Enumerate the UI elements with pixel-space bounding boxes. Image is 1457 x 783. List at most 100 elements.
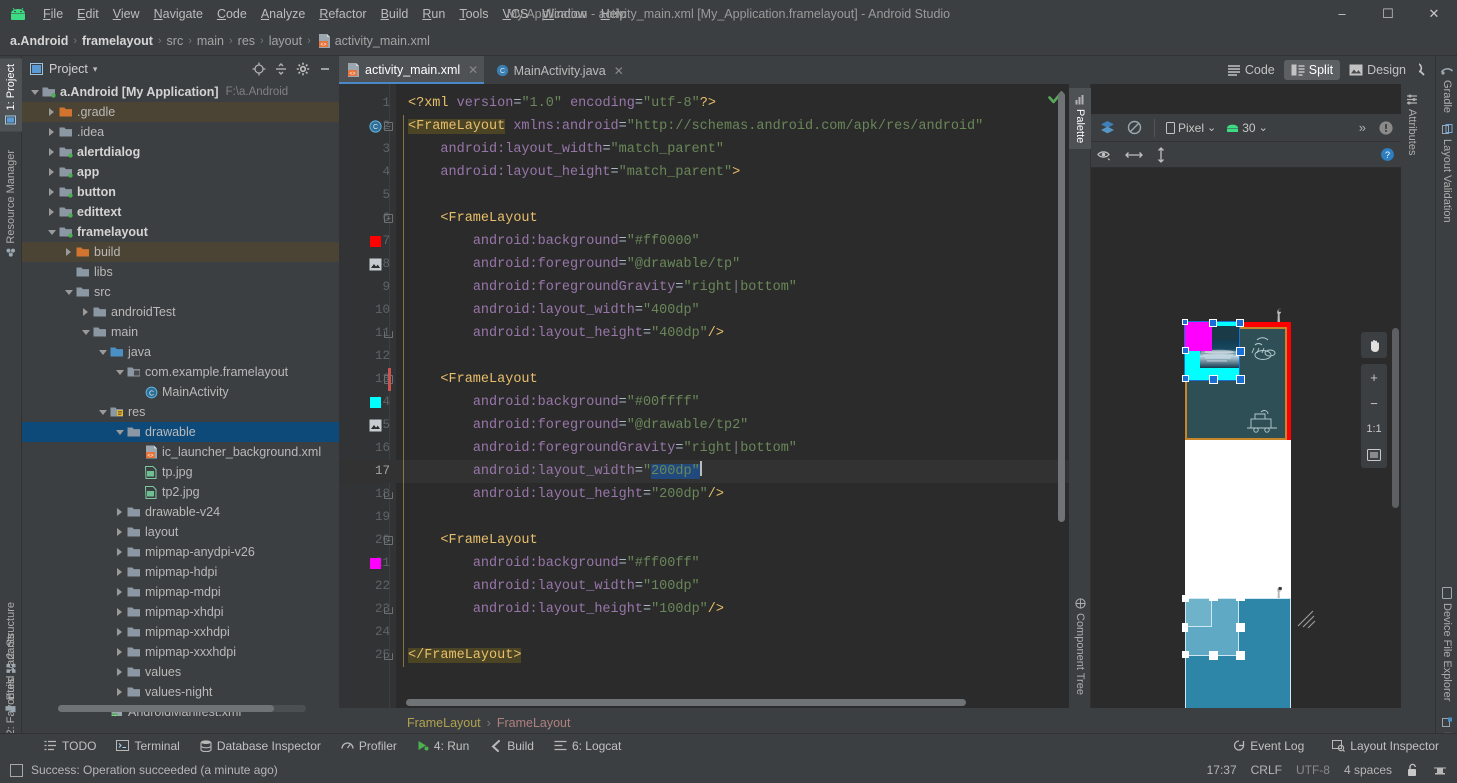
code-line[interactable]: <FrameLayout [408, 207, 537, 230]
project-tree[interactable]: a.Android [My Application] F:\a.Android .g… [22, 82, 339, 716]
breadcrumb-item-a-android[interactable]: a.Android [10, 34, 68, 48]
menu-vcs[interactable]: VCS [496, 4, 536, 24]
menu-help[interactable]: Help [594, 4, 634, 24]
sidebar-item-project[interactable]: 1: Project [0, 58, 22, 132]
menu-build[interactable]: Build [374, 4, 416, 24]
menu-code[interactable]: Code [210, 4, 254, 24]
tree-node-drawable[interactable]: drawable [22, 422, 339, 442]
collapse-all-icon[interactable] [271, 59, 291, 79]
chevron-right-icon[interactable] [45, 162, 58, 182]
blueprint-device-frame[interactable] [1182, 595, 1291, 708]
chevron-down-icon[interactable] [113, 362, 126, 382]
chevron-right-icon[interactable] [45, 102, 58, 122]
breadcrumb-item-layout[interactable]: layout [269, 34, 302, 48]
tab-activity-main-xml[interactable]: <> activity_main.xml ✕ [339, 56, 485, 84]
chevron-right-icon[interactable] [113, 682, 126, 702]
menu-file[interactable]: File [36, 4, 70, 24]
tree-node-app[interactable]: app [22, 162, 339, 182]
code-fold-end-icon[interactable] [384, 653, 393, 660]
blueprint-icon[interactable] [1123, 116, 1146, 139]
bottom-item-profiler[interactable]: Profiler [331, 736, 407, 756]
menu-window[interactable]: Window [535, 4, 593, 24]
tree-node-mainactivity[interactable]: C MainActivity [22, 382, 339, 402]
horizontal-arrow-icon[interactable] [1125, 148, 1143, 162]
breadcrumb-item-res[interactable]: res [238, 34, 255, 48]
menu-refactor[interactable]: Refactor [312, 4, 373, 24]
sidebar-item-build-variants[interactable]: Build Variants [0, 627, 22, 721]
code-line[interactable]: android:layout_height="100dp"/> [408, 598, 724, 621]
breadcrumb-item-main[interactable]: main [197, 34, 224, 48]
gutter-image-preview-icon[interactable] [369, 258, 382, 271]
code-line[interactable]: android:layout_width="200dp" [408, 460, 702, 483]
code-line[interactable]: android:layout_height="400dp"/> [408, 322, 724, 345]
breadcrumb-item-framelayout[interactable]: framelayout [82, 34, 153, 48]
gutter-image-preview-icon[interactable] [369, 419, 382, 432]
bottom-item-logcat[interactable]: 6: Logcat [544, 736, 631, 756]
menu-edit[interactable]: Edit [70, 4, 106, 24]
bottom-item-run[interactable]: 4: Run [407, 736, 479, 756]
tree-node-mipmap-mdpi[interactable]: mipmap-mdpi [22, 582, 339, 602]
chevron-right-icon[interactable] [45, 142, 58, 162]
zoom-out-button[interactable]: − [1361, 390, 1387, 416]
bottom-item-event-log[interactable]: Event Log [1223, 736, 1314, 756]
code-line[interactable]: android:layout_height="match_parent"> [408, 161, 740, 184]
chevron-right-icon[interactable] [113, 602, 126, 622]
chevron-right-icon[interactable] [113, 642, 126, 662]
code-line[interactable]: android:foregroundGravity="right|bottom" [408, 437, 797, 460]
code-line[interactable]: <FrameLayout xmlns:android="http://schem… [408, 115, 983, 138]
menu-view[interactable]: View [106, 4, 147, 24]
chevron-right-icon[interactable] [113, 582, 126, 602]
tree-node-mipmap-anydpi-v26[interactable]: mipmap-anydpi-v26 [22, 542, 339, 562]
bottom-item-database-inspector[interactable]: Database Inspector [190, 736, 331, 756]
code-fold-toggle-icon[interactable]: − [384, 122, 393, 131]
tree-node-mipmap-xhdpi[interactable]: mipmap-xhdpi [22, 602, 339, 622]
menu-analyze[interactable]: Analyze [254, 4, 312, 24]
tree-node-alertdialog[interactable]: alertdialog [22, 142, 339, 162]
chevron-right-icon[interactable] [45, 122, 58, 142]
chevron-down-icon[interactable] [62, 282, 75, 302]
chevron-down-icon[interactable] [96, 342, 109, 362]
code-lines[interactable]: 1 <?xml version="1.0" encoding="utf-8"?> 2… [339, 84, 1069, 708]
tree-node-a-android-my-application[interactable]: a.Android [My Application] F:\a.Android [22, 82, 339, 102]
sidebar-item-device-file-explorer[interactable]: Device File Explorer [1436, 581, 1457, 707]
render-resize-handle-icon[interactable] [1295, 608, 1317, 630]
code-fold-toggle-icon[interactable]: − [384, 536, 393, 545]
api-selector[interactable]: 30 ⌄ [1223, 119, 1271, 137]
gutter-color-swatch[interactable] [370, 397, 381, 408]
menu-tools[interactable]: Tools [452, 4, 495, 24]
editor-vertical-scrollbar[interactable] [1058, 92, 1065, 522]
bottom-item-layout-inspector[interactable]: Layout Inspector [1322, 736, 1449, 756]
menu-navigate[interactable]: Navigate [147, 4, 210, 24]
tree-node-res[interactable]: res [22, 402, 339, 422]
chevron-down-icon[interactable] [79, 322, 92, 342]
chevron-right-icon[interactable] [45, 202, 58, 222]
tree-node-gradle[interactable]: .gradle [22, 102, 339, 122]
code-line[interactable]: android:layout_width="100dp" [408, 575, 700, 598]
view-mode-split[interactable]: Split [1283, 60, 1341, 80]
chevron-down-icon[interactable] [28, 82, 41, 102]
sidebar-item-layout-validation[interactable]: Layout Validation [1436, 118, 1457, 229]
device-selector[interactable]: Pixel ⌄ [1163, 119, 1219, 137]
render-framelayout-cyan[interactable] [1184, 321, 1240, 381]
sidebar-item-palette[interactable]: Palette [1069, 88, 1091, 150]
render-device-frame[interactable] [1182, 319, 1291, 607]
code-line[interactable]: android:background="#ff0000" [408, 230, 700, 253]
zoom-actual-size-button[interactable]: 1:1 [1361, 416, 1387, 442]
code-fold-end-icon[interactable] [384, 607, 393, 614]
chevron-right-icon[interactable] [113, 502, 126, 522]
code-fold-end-icon[interactable] [384, 331, 393, 338]
code-line[interactable]: android:foreground="@drawable/tp2" [408, 414, 748, 437]
eye-icon[interactable] [1097, 148, 1113, 162]
sidebar-item-component-tree[interactable]: Component Tree [1069, 592, 1091, 701]
zoom-fit-button[interactable] [1361, 442, 1387, 468]
tab-close-icon[interactable]: ✕ [614, 64, 624, 78]
tab-close-icon[interactable]: ✕ [468, 63, 478, 77]
chevron-right-icon[interactable] [113, 662, 126, 682]
chevron-right-icon[interactable] [62, 242, 75, 262]
maximize-button[interactable]: ☐ [1365, 0, 1411, 27]
tree-node-java[interactable]: java [22, 342, 339, 362]
tree-node-drawable-v24[interactable]: drawable-v24 [22, 502, 339, 522]
chevron-right-icon[interactable] [113, 542, 126, 562]
component-breadcrumb-child[interactable]: FrameLayout [497, 716, 571, 730]
chevron-right-icon[interactable] [79, 302, 92, 322]
